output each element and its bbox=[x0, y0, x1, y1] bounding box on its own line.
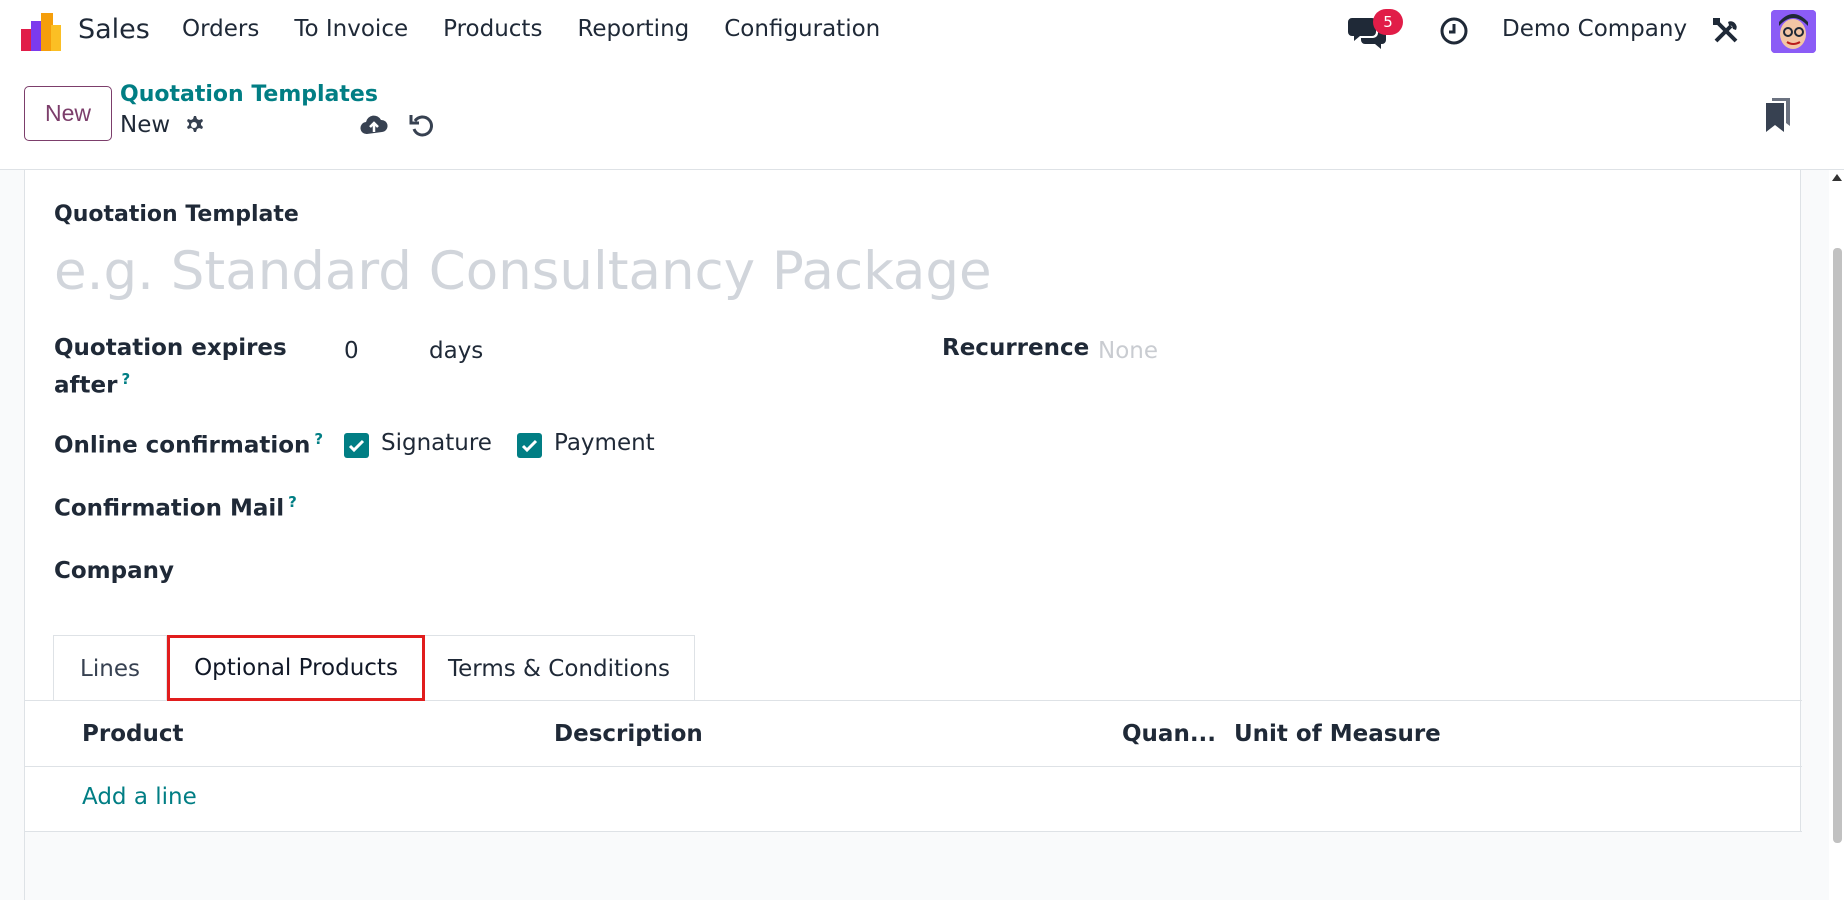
company-label: Company bbox=[54, 558, 174, 584]
menu-item-orders[interactable]: Orders bbox=[182, 16, 259, 42]
expires-label: Quotation expires bbox=[54, 335, 287, 361]
title-label: Quotation Template bbox=[54, 202, 299, 227]
scroll-up-arrow-icon[interactable] bbox=[1832, 174, 1842, 181]
form-sheet: Quotation Template Quotation expires aft… bbox=[24, 170, 1802, 900]
discard-icon[interactable] bbox=[409, 112, 435, 138]
expires-label-after: after? bbox=[54, 370, 130, 399]
payment-label[interactable]: Payment bbox=[554, 430, 655, 456]
payment-checkbox[interactable] bbox=[517, 433, 542, 458]
scrollbar-thumb[interactable] bbox=[1833, 248, 1842, 843]
app-logo-icon[interactable] bbox=[21, 11, 63, 51]
bookmark-icon[interactable] bbox=[1766, 98, 1792, 132]
help-icon[interactable]: ? bbox=[121, 370, 130, 388]
app-name[interactable]: Sales bbox=[78, 14, 150, 45]
recurrence-select[interactable]: None bbox=[1098, 338, 1158, 364]
column-quantity[interactable]: Quan... bbox=[1122, 721, 1216, 747]
tab-optional-products[interactable]: Optional Products bbox=[167, 635, 425, 701]
expires-value-input[interactable]: 0 bbox=[344, 338, 359, 364]
expires-unit: days bbox=[429, 338, 484, 364]
column-product[interactable]: Product bbox=[82, 721, 183, 747]
recurrence-label: Recurrence bbox=[942, 335, 1090, 361]
confirmation-mail-text: Confirmation Mail bbox=[54, 495, 285, 522]
company-switcher[interactable]: Demo Company bbox=[1502, 16, 1687, 42]
top-navbar: Sales Orders To Invoice Products Reporti… bbox=[0, 0, 1844, 62]
breadcrumb-quotation-templates[interactable]: Quotation Templates bbox=[120, 82, 378, 107]
template-name-input[interactable] bbox=[54, 236, 1254, 306]
column-unit-of-measure[interactable]: Unit of Measure bbox=[1234, 721, 1441, 747]
cloud-upload-icon[interactable] bbox=[360, 112, 388, 138]
tab-terms-conditions[interactable]: Terms & Conditions bbox=[423, 635, 695, 701]
notebook-tabs: Lines Optional Products Terms & Conditio… bbox=[53, 635, 695, 701]
menu-item-configuration[interactable]: Configuration bbox=[724, 16, 880, 42]
record-name: New bbox=[120, 112, 171, 138]
main-menu: Orders To Invoice Products Reporting Con… bbox=[182, 16, 915, 42]
new-button[interactable]: New bbox=[24, 86, 112, 141]
expires-label-line2: after bbox=[54, 372, 118, 399]
message-count-badge: 5 bbox=[1373, 9, 1403, 35]
list-row: Add a line bbox=[25, 767, 1802, 832]
tools-icon[interactable] bbox=[1711, 16, 1741, 46]
avatar[interactable] bbox=[1771, 10, 1816, 53]
scrollbar[interactable] bbox=[1829, 170, 1844, 900]
add-line-link[interactable]: Add a line bbox=[82, 784, 197, 810]
list-header: Product Description Quan... Unit of Meas… bbox=[25, 701, 1802, 767]
check-icon bbox=[348, 439, 365, 453]
menu-item-reporting[interactable]: Reporting bbox=[577, 16, 689, 42]
control-panel: New Quotation Templates New bbox=[0, 62, 1844, 170]
column-description[interactable]: Description bbox=[554, 721, 703, 747]
tab-lines[interactable]: Lines bbox=[53, 635, 167, 701]
signature-checkbox[interactable] bbox=[344, 433, 369, 458]
menu-item-products[interactable]: Products bbox=[443, 16, 542, 42]
check-icon bbox=[521, 439, 538, 453]
online-confirmation-label: Online confirmation? bbox=[54, 430, 323, 459]
online-confirmation-text: Online confirmation bbox=[54, 432, 311, 459]
menu-item-to-invoice[interactable]: To Invoice bbox=[294, 16, 408, 42]
signature-label[interactable]: Signature bbox=[381, 430, 492, 456]
expires-label-line1: Quotation expires bbox=[54, 335, 287, 361]
list-empty-area bbox=[25, 832, 1802, 900]
help-icon[interactable]: ? bbox=[288, 493, 297, 511]
clock-icon[interactable] bbox=[1439, 16, 1469, 46]
help-icon[interactable]: ? bbox=[314, 430, 323, 448]
gear-icon[interactable] bbox=[182, 114, 206, 138]
confirmation-mail-label: Confirmation Mail? bbox=[54, 493, 297, 522]
